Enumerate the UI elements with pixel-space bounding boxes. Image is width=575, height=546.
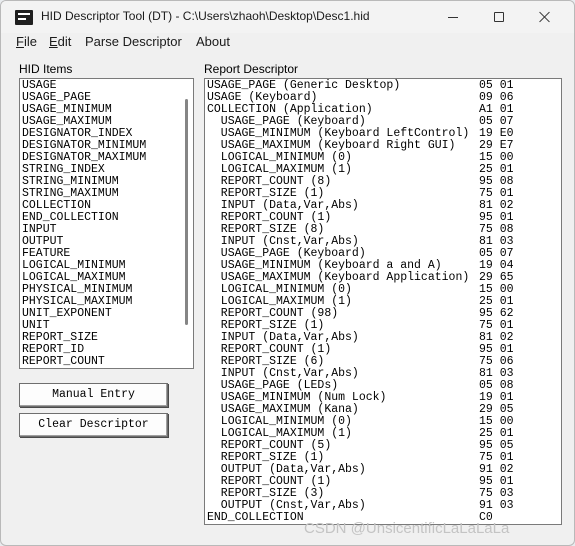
hid-items-list-content: USAGE USAGE_PAGE USAGE_MINIMUM USAGE_MAXIMU… — [22, 80, 182, 368]
maximize-icon — [494, 12, 504, 22]
manual-entry-button[interactable]: Manual Entry — [19, 383, 168, 407]
title-bar[interactable]: HID Descriptor Tool (DT) - C:\Users\zhao… — [1, 1, 574, 33]
menu-edit[interactable]: Edit — [49, 34, 71, 49]
clear-descriptor-button[interactable]: Clear Descriptor — [19, 413, 168, 437]
report-descriptor-content: USAGE_PAGE (Generic Desktop) 05 01 USAGE (… — [207, 80, 561, 524]
descriptor-item-text: END_COLLECTION — [207, 511, 304, 524]
hid-items-label: HID Items — [19, 62, 73, 76]
menu-parse-descriptor[interactable]: Parse Descriptor — [85, 34, 182, 49]
menu-about[interactable]: About — [196, 34, 230, 49]
menu-bar: File Edit Parse Descriptor About — [1, 33, 574, 53]
hid-tool-app-icon — [15, 10, 33, 25]
minimize-icon — [448, 16, 458, 18]
menu-file[interactable]: File — [16, 34, 37, 49]
maximize-button[interactable] — [476, 1, 522, 33]
window-title: HID Descriptor Tool (DT) - C:\Users\zhao… — [41, 9, 370, 23]
report-descriptor-label: Report Descriptor — [204, 62, 299, 76]
close-button[interactable] — [522, 1, 568, 33]
watermark: CSDN @UnsicentificLaLaLaLa — [304, 520, 510, 537]
hid-items-scrollbar[interactable] — [182, 79, 193, 368]
hid-item[interactable]: REPORT_COUNT — [22, 356, 182, 368]
hid-items-list[interactable]: USAGE USAGE_PAGE USAGE_MINIMUM USAGE_MAXIMU… — [19, 78, 194, 369]
minimize-button[interactable] — [430, 1, 476, 33]
report-descriptor-list[interactable]: USAGE_PAGE (Generic Desktop) 05 01 USAGE (… — [204, 78, 562, 525]
app-window: HID Descriptor Tool (DT) - C:\Users\zhao… — [0, 0, 575, 546]
close-icon — [539, 11, 551, 23]
scrollbar-thumb[interactable] — [185, 99, 188, 325]
